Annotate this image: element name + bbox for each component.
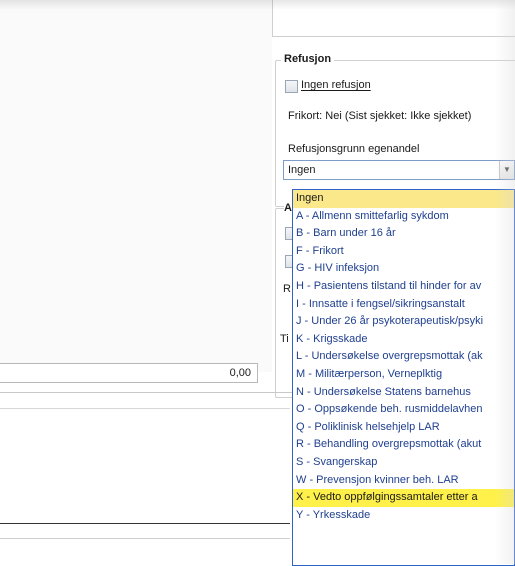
second-group-label-r: R [283,283,291,295]
dropdown-option[interactable]: F - Frikort [293,243,514,261]
frikort-status-text: Frikort: Nei (Sist sjekket: Ikke sjekket… [288,110,472,122]
top-shadow [0,0,515,10]
dropdown-option[interactable]: Ingen [293,190,514,208]
dropdown-option[interactable]: Y - Yrkesskade [293,507,514,525]
separator-line-3 [0,538,290,539]
dropdown-option[interactable]: X - Vedto oppfølgingssamtaler etter a [293,489,514,507]
refusjonsgrunn-dropdown-list[interactable]: Ingen A - Allmenn smittefarlig sykdom B - … [292,189,515,566]
ingen-refusjon-checkbox[interactable] [285,80,298,93]
refusjonsgrunn-label: Refusjonsgrunn egenandel [288,143,420,155]
amount-field[interactable]: 0,00 [0,363,258,383]
refusjonsgrunn-combobox[interactable]: Ingen ▼ [283,160,515,180]
refusjon-title: Refusjon [281,53,335,65]
dropdown-option[interactable]: J - Under 26 år psykoterapeutisk/psyki [293,313,514,331]
second-group-label-a: A [284,202,292,214]
dropdown-option[interactable]: H - Pasientens tilstand til hinder for a… [293,278,514,296]
dropdown-option[interactable]: R - Behandling overgrepsmottak (akut [293,436,514,454]
dropdown-option[interactable]: N - Undersøkelse Statens barnehus [293,384,514,402]
dropdown-option[interactable]: Q - Poliklinisk helsehjelp LAR [293,419,514,437]
ingen-refusjon-label[interactable]: Ingen refusjon [301,79,371,91]
dropdown-option[interactable]: W - Prevensjon kvinner beh. LAR [293,472,514,490]
second-group-label-ti: Ti [280,333,289,345]
dropdown-option[interactable]: O - Oppsøkende beh. rusmiddelavhen [293,401,514,419]
dropdown-option[interactable]: A - Allmenn smittefarlig sykdom [293,208,514,226]
dropdown-option[interactable]: K - Krigsskade [293,331,514,349]
separator-line-2 [0,408,290,409]
dropdown-option[interactable]: B - Barn under 16 år [293,225,514,243]
separator-line-dark [0,523,290,524]
dropdown-option[interactable]: M - Militærperson, Verneplktig [293,366,514,384]
combobox-value: Ingen [288,164,316,176]
dropdown-option[interactable]: L - Undersøkelse overgrepsmottak (ak [293,348,514,366]
dropdown-option[interactable]: S - Svangerskap [293,454,514,472]
dropdown-option[interactable]: I - Innsatte i fengsel/sikringsanstalt [293,296,514,314]
dropdown-option[interactable]: G - HIV infeksjon [293,260,514,278]
right-shadow [495,0,515,564]
left-panel [0,0,272,372]
